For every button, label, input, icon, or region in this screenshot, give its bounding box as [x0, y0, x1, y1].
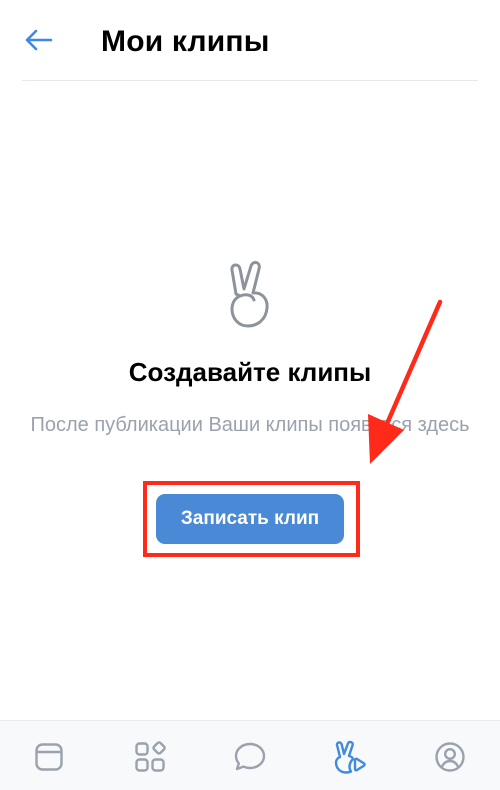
profile-icon — [434, 741, 466, 773]
tab-profile[interactable] — [432, 739, 468, 775]
back-button[interactable] — [18, 22, 58, 62]
clips-icon — [333, 740, 367, 774]
header-divider — [22, 80, 478, 81]
tab-services[interactable] — [132, 739, 168, 775]
victory-hand-icon — [227, 260, 273, 330]
annotation-arrow-icon — [368, 299, 443, 464]
page-title: Мои клипы — [101, 25, 270, 58]
header: Мои клипы — [0, 0, 500, 82]
bottom-tab-bar — [0, 720, 500, 790]
record-clip-button[interactable]: Записать клип — [156, 494, 344, 544]
tab-clips[interactable] — [332, 739, 368, 775]
messages-icon — [233, 741, 267, 773]
arrow-left-icon — [23, 28, 53, 57]
tab-news[interactable] — [31, 739, 67, 775]
tab-messages[interactable] — [232, 739, 268, 775]
my-clips-screen: Мои клипы Создавайте клипы После публика… — [0, 0, 500, 790]
news-feed-icon — [34, 742, 64, 772]
services-icon — [134, 741, 166, 773]
